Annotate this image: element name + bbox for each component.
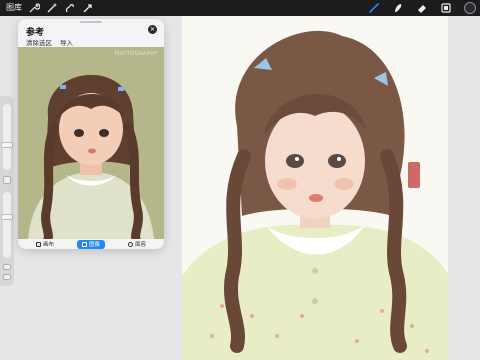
canvas-illustration (182, 30, 448, 360)
smudge-icon[interactable] (392, 2, 404, 14)
reference-watermark: PHOTOGRAPHY (114, 51, 158, 57)
brush-icon[interactable] (368, 2, 380, 14)
undo-button[interactable] (3, 264, 11, 270)
import-button[interactable]: 导入 (60, 37, 73, 47)
close-icon[interactable]: ✕ (148, 25, 157, 34)
tab-canvas-label: 画布 (42, 242, 54, 248)
reference-actions: 清除选区 导入 (26, 37, 73, 47)
image-icon (81, 241, 87, 247)
brush-size-slider[interactable] (3, 104, 11, 170)
face-icon (127, 241, 133, 247)
drawing-canvas[interactable] (182, 16, 448, 360)
redo-button[interactable] (3, 274, 11, 280)
brush-size-handle[interactable] (1, 142, 13, 148)
selection-icon[interactable] (64, 2, 76, 14)
eraser-icon[interactable] (416, 2, 428, 14)
tab-image[interactable]: 图像 (76, 239, 105, 249)
tab-face[interactable]: 面容 (123, 240, 151, 249)
modify-button[interactable] (3, 176, 11, 184)
canvas-icon (35, 241, 41, 247)
tab-image-label: 图像 (88, 242, 100, 248)
magic-wand-icon[interactable] (46, 2, 58, 14)
reference-image: PHOTOGRAPHY (18, 47, 164, 239)
tab-canvas[interactable]: 画布 (31, 240, 59, 249)
clear-selection-button[interactable]: 清除选区 (26, 37, 52, 47)
wrench-icon[interactable] (28, 2, 40, 14)
artist-seal-stamp (408, 162, 420, 188)
transform-arrow-icon[interactable] (82, 2, 94, 14)
gallery-button[interactable]: 图库 (6, 2, 22, 13)
reference-panel[interactable]: 参考 ✕ 清除选区 导入 PHOTOGRAPHY 画布 图像 面容 (18, 19, 164, 249)
top-toolbar: 图库 (0, 0, 480, 16)
reference-tabs: 画布 图像 面容 (18, 239, 164, 249)
brush-sliders (0, 96, 14, 286)
opacity-handle[interactable] (1, 214, 13, 220)
tab-face-label: 面容 (134, 242, 146, 248)
layers-icon[interactable] (440, 2, 452, 14)
opacity-slider[interactable] (3, 192, 11, 258)
color-picker-icon[interactable] (464, 2, 476, 14)
panel-drag-handle[interactable] (80, 21, 102, 23)
